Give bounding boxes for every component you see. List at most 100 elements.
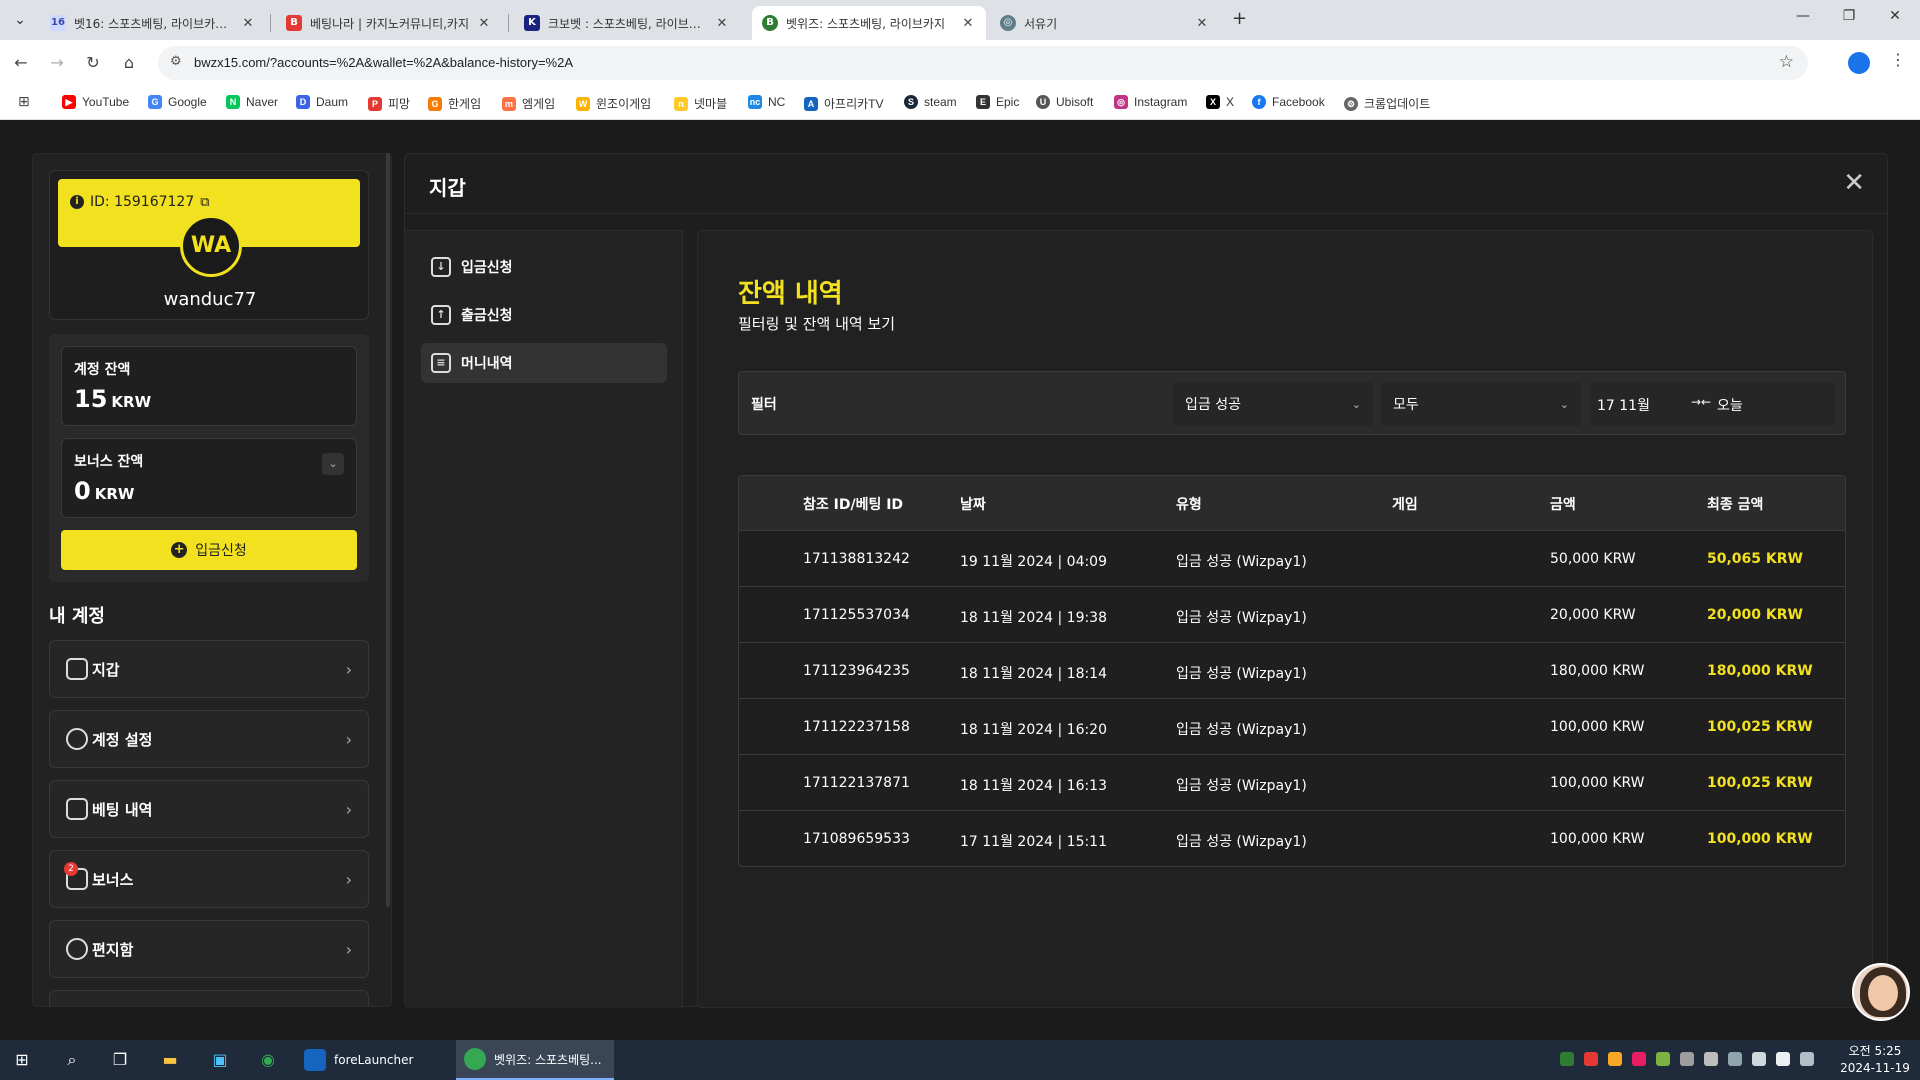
sidebar-item-bonus[interactable]: 2 보너스 ›	[49, 850, 369, 908]
search-icon[interactable]: ⌕	[60, 1048, 84, 1072]
filter-scope-select[interactable]: 모두 ⌄	[1381, 382, 1581, 426]
apps-grid-icon[interactable]: ⊞	[18, 94, 30, 110]
chrome-icon[interactable]: ◉	[256, 1048, 280, 1072]
bookmark-label: Epic	[996, 95, 1020, 109]
sidebar-item-more[interactable]	[49, 990, 369, 1006]
store-icon[interactable]: ▣	[208, 1048, 232, 1072]
browser-tab[interactable]: B 베팅나라 | 카지노커뮤니티,카지 ✕	[276, 6, 502, 40]
task-view-icon[interactable]: ❐	[108, 1048, 132, 1072]
taskbar-app-chrome[interactable]: 벳위즈: 스포츠베팅...	[456, 1040, 614, 1080]
bookmark-pmang[interactable]: P 피망	[368, 95, 410, 112]
network-app-icon[interactable]	[1680, 1052, 1694, 1066]
sidebar-item-wallet[interactable]: 지갑 ›	[49, 640, 369, 698]
nvidia-icon[interactable]	[1656, 1052, 1670, 1066]
bookmark-winjoy[interactable]: W 윈조이게임	[576, 95, 651, 112]
upload-icon: ↑	[431, 305, 451, 325]
volume-icon[interactable]	[1752, 1052, 1766, 1066]
window-close-icon[interactable]: ✕	[1872, 8, 1918, 24]
user-circle-icon	[66, 728, 88, 750]
bookmark-youtube[interactable]: ▶ YouTube	[62, 95, 129, 109]
netmarble-icon: n	[674, 96, 688, 111]
cell-final-amount: 100,000 KRW	[1707, 831, 1813, 847]
cell-date: 18 11월 2024 | 16:13	[960, 778, 1108, 794]
bookmark-daum[interactable]: D Daum	[296, 95, 348, 109]
support-agent-face	[1868, 975, 1898, 1011]
hangame-icon: G	[428, 96, 442, 111]
bookmark-google[interactable]: G Google	[148, 95, 207, 109]
media-icon[interactable]	[1584, 1052, 1598, 1066]
bookmark-naver[interactable]: N Naver	[226, 95, 278, 109]
bookmark-nc[interactable]: nc NC	[748, 95, 785, 109]
browser-tab[interactable]: ◎ 서유기 ✕	[990, 6, 1220, 40]
profile-avatar-icon[interactable]	[1848, 52, 1870, 74]
bookmark-chrome-update[interactable]: ⚙ 크롬업데이트	[1344, 95, 1430, 112]
tab-close-icon[interactable]: ✕	[476, 16, 492, 31]
clock-date: 2024-11-19	[1840, 1061, 1910, 1075]
bookmark-afreecatv[interactable]: A 아프리카TV	[804, 95, 884, 112]
sidebar-item-label: 보너스	[92, 870, 134, 889]
taskbar-app-forelauncher[interactable]: foreLauncher	[296, 1040, 421, 1080]
keyboard-icon[interactable]	[1800, 1052, 1814, 1066]
restore-icon[interactable]: ❐	[1826, 8, 1872, 24]
sidebar-item-betting-history[interactable]: 베팅 내역 ›	[49, 780, 369, 838]
sidebar-scrollbar[interactable]	[386, 153, 390, 907]
more-menu-icon[interactable]: ⋮	[1890, 50, 1906, 69]
support-chat-avatar[interactable]	[1852, 963, 1910, 1021]
bookmark-mgame[interactable]: m 엠게임	[502, 95, 555, 112]
bonus-balance-value: 0 KRW	[74, 477, 134, 505]
bookmark-epic[interactable]: E Epic	[976, 95, 1019, 109]
chevron-down-icon[interactable]: ⌄	[322, 453, 344, 475]
browser-tab[interactable]: 16 벳16: 스포츠베팅, 라이브카지노 ✕	[40, 6, 266, 40]
windows-start-icon[interactable]: ⊞	[10, 1048, 34, 1072]
x-icon: X	[1206, 95, 1220, 109]
tab-search-icon[interactable]: ⌄	[8, 8, 32, 32]
sidebar-item-account-settings[interactable]: 계정 설정 ›	[49, 710, 369, 768]
wifi-icon[interactable]	[1728, 1052, 1742, 1066]
sidebar-item-inbox[interactable]: 편지함 ›	[49, 920, 369, 978]
bonus-balance-label: 보너스 잔액	[74, 454, 144, 470]
copy-icon[interactable]: ⧉	[200, 195, 209, 210]
system-tray	[1560, 1052, 1814, 1066]
tray-app-icon[interactable]	[1704, 1052, 1718, 1066]
forward-icon[interactable]: →	[44, 50, 70, 76]
download-icon: ↓	[431, 257, 451, 277]
ime-icon[interactable]	[1776, 1052, 1790, 1066]
wallet-nav-withdraw[interactable]: ↑ 출금신청	[421, 295, 667, 335]
minimize-icon[interactable]: —	[1780, 8, 1826, 24]
bookmark-star-icon[interactable]: ☆	[1779, 52, 1794, 72]
security-icon[interactable]	[1560, 1052, 1574, 1066]
file-explorer-icon[interactable]: ▬	[158, 1048, 182, 1072]
site-settings-icon[interactable]: ⚙	[170, 54, 182, 69]
wallet-nav-money-history[interactable]: ≡ 머니내역	[421, 343, 667, 383]
filter-type-select[interactable]: 입금 성공 ⌄	[1173, 382, 1373, 426]
bookmark-ubisoft[interactable]: U Ubisoft	[1036, 95, 1093, 109]
tab-close-icon[interactable]: ✕	[1194, 16, 1210, 31]
bookmark-x[interactable]: XX	[1206, 95, 1234, 109]
cell-date: 19 11월 2024 | 04:09	[960, 554, 1108, 570]
tab-close-icon[interactable]: ✕	[240, 16, 256, 31]
close-icon[interactable]: ✕	[1843, 168, 1865, 198]
bookmark-netmarble[interactable]: n 넷마블	[674, 95, 727, 112]
account-sidebar: i ID: 159167127 ⧉ WA wanduc77 계정 잔액 15 KR…	[32, 153, 392, 1007]
home-icon[interactable]: ⌂	[116, 50, 142, 76]
bookmark-steam[interactable]: Ssteam	[904, 95, 957, 109]
browser-tab[interactable]: K 크보벳 : 스포츠베팅, 라이브카지 ✕	[514, 6, 740, 40]
bookmark-instagram[interactable]: ◎ Instagram	[1114, 95, 1187, 109]
clock-time: 오전 5:25	[1848, 1044, 1902, 1058]
system-clock[interactable]: 오전 5:25 2024-11-19	[1840, 1043, 1910, 1077]
bookmark-facebook[interactable]: f Facebook	[1252, 95, 1325, 109]
tab-close-icon[interactable]: ✕	[714, 16, 730, 31]
reload-icon[interactable]: ↻	[80, 50, 106, 76]
date-range-picker[interactable]: 17 11월 →← 오늘	[1591, 382, 1835, 426]
gear-icon: ⚙	[1344, 96, 1358, 111]
wallet-nav-deposit[interactable]: ↓ 입금신청	[421, 247, 667, 287]
bookmark-hangame[interactable]: G 한게임	[428, 95, 481, 112]
shield-icon[interactable]	[1608, 1052, 1622, 1066]
address-bar[interactable]: ⚙ bwzx15.com/?accounts=%2A&wallet=%2A&ba…	[158, 46, 1808, 80]
browser-tab-active[interactable]: B 벳위즈: 스포츠베팅, 라이브카지 ✕	[752, 6, 986, 40]
back-icon[interactable]: ←	[8, 50, 34, 76]
app-tray-icon[interactable]	[1632, 1052, 1646, 1066]
deposit-button[interactable]: + 입금신청	[61, 530, 357, 570]
tab-close-icon[interactable]: ✕	[960, 16, 976, 31]
new-tab-icon[interactable]: +	[1232, 8, 1247, 29]
